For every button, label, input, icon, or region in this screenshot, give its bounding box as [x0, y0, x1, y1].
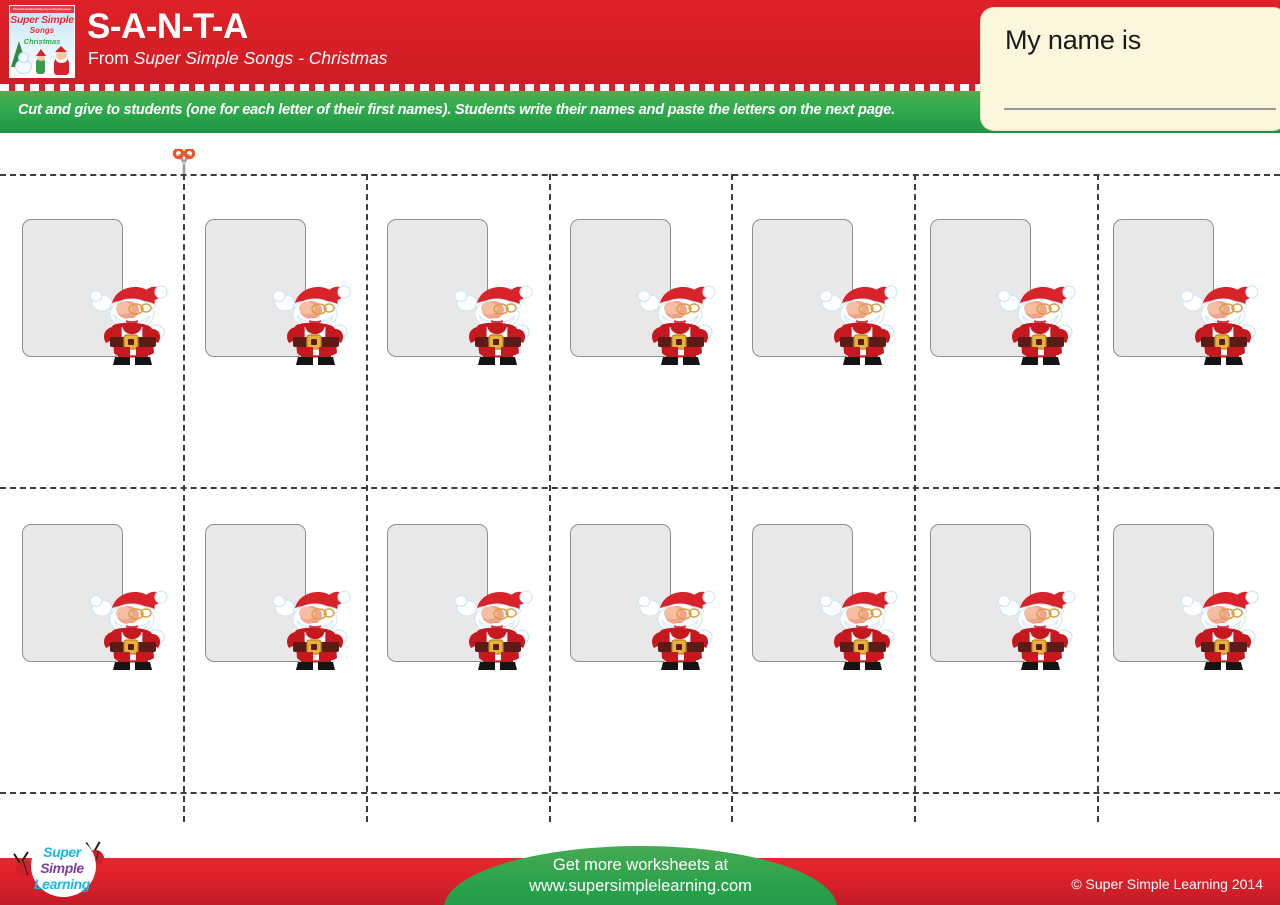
santa-icon	[453, 582, 533, 674]
cut-line-vertical-4	[731, 174, 733, 822]
album-cover-line1: Super Simple	[10, 14, 74, 26]
cut-line-horizontal-bottom	[0, 792, 1280, 794]
santa-icon	[271, 277, 351, 369]
album-santa-hat-icon	[55, 46, 67, 52]
name-card: My name is	[981, 8, 1280, 130]
footer-promo-text: Get more worksheets at www.supersimplele…	[444, 855, 837, 897]
cut-grid	[0, 145, 1280, 822]
subtitle-source: Super Simple Songs - Christmas	[133, 48, 388, 68]
santa-icon	[453, 277, 533, 369]
instruction-text: Cut and give to students (one for each l…	[18, 102, 895, 118]
footer-promo-line2[interactable]: www.supersimplelearning.com	[444, 876, 837, 897]
worksheet-page: This is both educational holiday song an…	[0, 0, 1280, 905]
cut-line-horizontal-middle	[0, 487, 1280, 489]
logo-word-learning: Learning	[34, 876, 90, 892]
santa-icon	[1179, 277, 1259, 369]
santa-icon	[1179, 582, 1259, 674]
santa-icon	[88, 277, 168, 369]
super-simple-learning-logo[interactable]: Super Simple Learning	[13, 830, 110, 902]
santa-icon	[271, 582, 351, 674]
album-cover-line3: Christmas	[23, 37, 61, 46]
copyright-text: © Super Simple Learning 2014	[1071, 876, 1263, 892]
cut-line-vertical-1	[183, 174, 185, 822]
footer-promo-line1: Get more worksheets at	[552, 856, 729, 874]
santa-icon	[996, 277, 1076, 369]
santa-icon	[996, 582, 1076, 674]
santa-icon	[636, 277, 716, 369]
santa-icon	[636, 582, 716, 674]
album-cover-top-strip: This is both educational holiday song an…	[10, 6, 74, 13]
album-cover-line2: Songs	[29, 26, 55, 35]
album-cover-thumbnail: This is both educational holiday song an…	[9, 5, 75, 78]
cut-line-vertical-3	[549, 174, 551, 822]
cut-line-vertical-6	[1097, 174, 1099, 822]
santa-icon	[88, 582, 168, 674]
name-label: My name is	[1005, 25, 1142, 55]
name-write-line[interactable]	[1004, 108, 1276, 110]
elf-icon	[36, 59, 45, 74]
logo-word-simple: Simple	[40, 860, 84, 876]
cut-line-horizontal-top	[0, 174, 1280, 176]
snowman-head-icon	[18, 52, 29, 63]
santa-icon	[818, 277, 898, 369]
subtitle-prefix: From	[88, 48, 134, 68]
page-subtitle: From Super Simple Songs - Christmas	[88, 48, 388, 68]
cut-line-vertical-2	[366, 174, 368, 822]
logo-word-super: Super	[43, 844, 81, 860]
santa-icon	[818, 582, 898, 674]
cut-line-vertical-5	[914, 174, 916, 822]
elf-hat-icon	[36, 49, 46, 56]
page-title: S-A-N-T-A	[87, 7, 248, 46]
